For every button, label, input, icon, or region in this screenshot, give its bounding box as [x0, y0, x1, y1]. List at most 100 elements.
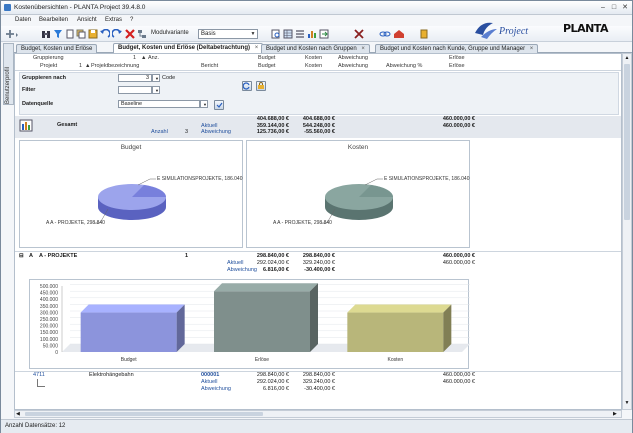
x-category-label: Kosten [388, 357, 404, 363]
tab-close-icon[interactable]: × [530, 46, 534, 52]
gesamt-abweichung-label: Abweichung [201, 129, 231, 135]
apply-icon[interactable] [214, 100, 224, 110]
refresh-icon[interactable] [242, 81, 252, 91]
close-button[interactable]: ✕ [620, 3, 630, 12]
vertical-scroll-thumb[interactable] [624, 64, 630, 220]
col-erloese: Erlöse [449, 55, 465, 61]
bar-1-front [214, 291, 310, 352]
export-icon[interactable] [319, 29, 329, 39]
bar-0-front [80, 312, 177, 352]
filter-form: Gruppieren nach 3 ▼ Code Filter ▼ Datenq… [19, 72, 619, 115]
side-panel[interactable]: Benutzerprofil [3, 43, 14, 105]
y-tick-label: 0 [55, 350, 58, 356]
y-tick-label: 300.000 [40, 310, 58, 316]
group-aktuell-kosten: 329.240,00 € [302, 260, 335, 266]
total-section: Gesamt 404.688,00 € 404.688,00 € 460.000… [15, 116, 621, 138]
side-panel-label: Benutzerprofil [5, 66, 11, 104]
scroll-down-icon[interactable]: ▼ [624, 400, 630, 406]
project-code[interactable]: 4711 [33, 372, 45, 378]
tab-deltabetrachtung[interactable]: Budget, Kosten und Erlöse (Deltabetracht… [113, 43, 264, 53]
tab-kunde-gruppe-manager[interactable]: Budget und Kosten nach Kunde, Gruppe und… [375, 44, 539, 53]
tab-label: Budget und Kosten nach Gruppen [266, 46, 357, 52]
menu-daten[interactable]: Daten [15, 17, 31, 23]
header-separator [15, 70, 621, 71]
vertical-scrollbar[interactable]: ▲ ▼ [622, 53, 632, 410]
variant-select[interactable]: Basis ▼ [198, 29, 258, 39]
kosten-pie-label-e: E SIMULATIONSPROJEKTE, 186.040 [384, 176, 470, 182]
tab-close-icon[interactable]: × [361, 46, 365, 52]
tab-nach-gruppen[interactable]: Budget und Kosten nach Gruppen × [261, 44, 370, 53]
chevron-down-icon[interactable]: ▼ [249, 30, 257, 38]
gesamt-abw-kosten: -55.560,00 € [304, 129, 335, 135]
collapse-icon[interactable]: ⊟ [19, 253, 24, 259]
bar-chart-svg: 500.000450.000400.000350.000300.000250.0… [40, 277, 470, 363]
redo-icon[interactable] [111, 28, 122, 39]
filter-icon[interactable] [53, 29, 63, 39]
menu-ansicht[interactable]: Ansicht [77, 17, 97, 23]
datenquelle-label: Datenquelle [22, 101, 54, 107]
tab-close-icon[interactable]: × [255, 45, 259, 51]
scroll-up-icon[interactable]: ▲ [624, 55, 630, 61]
application-window: Kostenübersichten - PLANTA Project 39.4.… [0, 0, 633, 433]
budget-pie-label-a: A A - PROJEKTE, 298.840 [46, 220, 105, 226]
scroll-left-icon[interactable]: ◀ [16, 411, 20, 417]
filter-field[interactable] [118, 86, 152, 94]
pie-leader-line [364, 178, 383, 186]
gesamt-kosten: 404.688,00 € [302, 116, 335, 122]
tab-label: Budget und Kosten nach Kunde, Gruppe und… [380, 46, 526, 52]
delete-icon[interactable] [125, 29, 135, 39]
menu-bearbeiten[interactable]: Bearbeiten [39, 17, 68, 23]
print-preview-icon[interactable] [271, 29, 281, 39]
group-erloese: 460.000,00 € [442, 253, 475, 259]
brand-text: Project [498, 26, 528, 37]
planta-project-logo: Project [473, 19, 541, 41]
sort-icon[interactable]: ▲ [141, 55, 146, 61]
save-icon[interactable] [88, 29, 98, 39]
home-icon[interactable] [393, 29, 405, 39]
chevron-down-icon[interactable]: ▼ [152, 74, 160, 82]
bar-chart: 500.000 450.000 400.000 350.000 300.000 250.0… [29, 277, 470, 369]
project-aktuell-erloese: 460.000,00 € [442, 379, 475, 385]
project-id-link[interactable]: 000001 [201, 372, 219, 378]
hierarchy-icon[interactable] [137, 29, 147, 39]
chart-icon[interactable] [307, 29, 317, 39]
tab-budget-kosten-erloese[interactable]: Budget, Kosten und Erlöse [16, 44, 98, 53]
tab-label: Budget, Kosten und Erlöse [21, 46, 93, 52]
group-kosten: 298.840,00 € [302, 253, 335, 259]
status-record-count: Anzahl Datensätze: 12 [5, 423, 66, 429]
new-record-icon[interactable] [5, 29, 19, 39]
horizontal-scrollbar[interactable]: ◀ ▶ [14, 410, 622, 418]
datenquelle-field[interactable]: Baseline [118, 100, 200, 108]
project-erloese: 460.000,00 € [442, 372, 475, 378]
list-icon[interactable] [295, 29, 305, 39]
kosten-pie-chart: Kosten E SIMULATIONSPROJEKTE, 186.040 A … [246, 140, 470, 248]
table-icon[interactable] [283, 29, 293, 39]
binoculars-icon[interactable] [41, 29, 51, 39]
col-projektbezeichnung: Projektbezeichnung [91, 63, 140, 69]
copy-icon[interactable] [76, 29, 86, 39]
sort-icon[interactable]: ▲ [85, 63, 90, 69]
chevron-down-icon[interactable]: ▼ [200, 100, 208, 108]
help-icon[interactable] [419, 29, 429, 39]
document-icon[interactable] [65, 29, 75, 39]
bar-2-front [347, 312, 444, 352]
col-kosten: Kosten [305, 55, 323, 61]
horizontal-scroll-thumb[interactable] [25, 412, 263, 416]
menu-help[interactable]: ? [130, 17, 133, 23]
main-content: Gruppierung 1 ▲ Anz. Budget Kosten Abwei… [14, 53, 622, 410]
col-abweichung-2: Abweichung [338, 63, 368, 69]
minimize-button[interactable]: – [598, 3, 608, 12]
tools-icon[interactable] [353, 29, 365, 39]
chevron-down-icon[interactable]: ▼ [152, 86, 160, 94]
y-tick-label: 500.000 [40, 284, 58, 290]
link-icon[interactable] [379, 29, 391, 39]
gruppieren-number-field[interactable]: 3 [118, 74, 152, 82]
undo-icon[interactable] [100, 28, 111, 39]
menu-extras[interactable]: Extras [105, 17, 122, 23]
scroll-right-icon[interactable]: ▶ [613, 411, 617, 417]
col-projekt: Projekt [40, 63, 58, 69]
report-icon[interactable] [19, 119, 35, 133]
y-tick-label: 250.000 [40, 317, 58, 323]
maximize-button[interactable]: □ [609, 3, 619, 12]
lock-icon[interactable] [256, 81, 266, 91]
